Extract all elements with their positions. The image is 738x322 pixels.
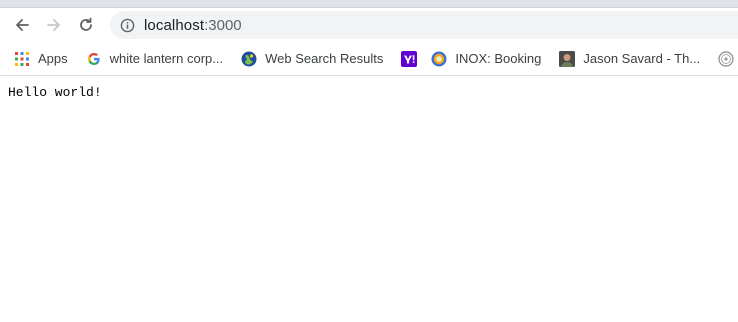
bookmark-jason-savard[interactable]: Jason Savard - Th... xyxy=(559,50,701,67)
url-host: localhost xyxy=(144,16,205,34)
forward-button[interactable] xyxy=(40,11,68,39)
bookmark-label: Web Search Results xyxy=(265,51,384,66)
google-g-icon xyxy=(86,51,102,67)
info-icon[interactable] xyxy=(120,18,135,33)
bookmark-label: INOX: Booking xyxy=(455,51,542,66)
bookmark-white-lantern[interactable]: white lantern corp... xyxy=(86,51,223,67)
globe-favicon-icon xyxy=(241,51,257,67)
bookmark-yahoo[interactable] xyxy=(401,50,418,67)
reload-button[interactable] xyxy=(72,11,100,39)
address-bar[interactable]: localhost:3000 xyxy=(110,11,738,39)
browser-window: localhost:3000 Apps white lantern corp.… xyxy=(0,0,738,322)
bookmark-web-search-results[interactable]: Web Search Results xyxy=(241,51,383,67)
back-button[interactable] xyxy=(8,11,36,39)
arrow-right-icon xyxy=(47,19,60,31)
bookmark-label: Apps xyxy=(38,51,68,66)
bookmark-inox-booking[interactable]: INOX: Booking xyxy=(431,51,541,67)
hello-world-text: Hello world! xyxy=(8,85,102,100)
browser-toolbar: localhost:3000 xyxy=(0,8,738,42)
tab-strip xyxy=(0,0,738,8)
arrow-left-icon xyxy=(16,19,29,31)
seal-favicon-icon xyxy=(718,50,734,67)
bookmark-apps[interactable]: Apps xyxy=(14,51,68,67)
bookmark-label: white lantern corp... xyxy=(109,51,224,66)
bookmark-label: Jason Savard - Th... xyxy=(583,51,701,66)
bookmarks-bar: Apps white lantern corp... Web Search Re… xyxy=(0,42,738,76)
page-content: Hello world! xyxy=(0,76,738,109)
url-port: :3000 xyxy=(204,16,242,34)
avatar-favicon-icon xyxy=(559,50,576,67)
yahoo-icon xyxy=(401,50,418,67)
reload-icon xyxy=(80,17,92,31)
apps-grid-icon xyxy=(14,51,30,67)
inox-favicon-icon xyxy=(431,51,447,67)
bookmark-ca[interactable]: CA xyxy=(718,50,738,67)
